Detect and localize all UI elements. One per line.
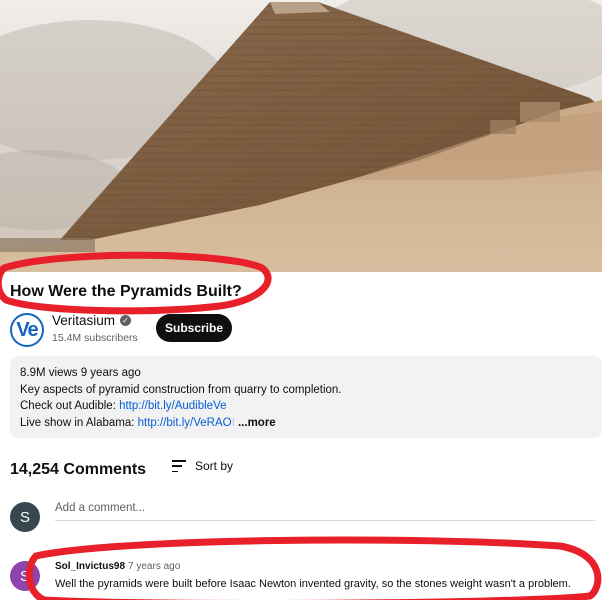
comment-time: 7 years ago: [128, 561, 181, 572]
audible-link[interactable]: http://bit.ly/AudibleVe: [119, 400, 226, 412]
description-text: Check out Audible:: [20, 400, 120, 412]
sort-button[interactable]: Sort by: [172, 459, 233, 473]
comment-author-avatar[interactable]: S: [10, 561, 40, 591]
comment-author[interactable]: Sol_Invictus98: [55, 561, 125, 572]
subscribe-button[interactable]: Subscribe: [156, 314, 232, 342]
self-avatar: S: [10, 502, 40, 532]
channel-name[interactable]: Veritasium: [52, 313, 115, 328]
comment-header: Sol_Invictus98 7 years ago: [55, 561, 180, 572]
description-box[interactable]: 8.9M views 9 years ago Key aspects of py…: [10, 356, 602, 438]
pyramid-image: [0, 0, 602, 272]
live-show-link[interactable]: http://bit.ly/VeRAO: [138, 417, 232, 429]
video-title: How Were the Pyramids Built?: [10, 283, 242, 300]
description-text: Live show in Alabama:: [20, 416, 138, 429]
sort-label: Sort by: [195, 459, 234, 473]
channel-avatar[interactable]: Ve: [10, 313, 44, 347]
view-count-and-date: 8.9M views 9 years ago: [20, 367, 141, 379]
description-line: Key aspects of pyramid construction from…: [20, 383, 342, 396]
video-player[interactable]: [0, 0, 602, 272]
comment-text: Well the pyramids were built before Isaa…: [55, 578, 571, 590]
more-button[interactable]: ...more: [235, 417, 276, 429]
add-comment-input[interactable]: Add a comment...: [55, 502, 595, 521]
channel-name-row[interactable]: Veritasium ✓: [52, 313, 132, 328]
verified-check-icon: ✓: [120, 315, 132, 326]
description-line: Check out Audible: http://bit.ly/Audible…: [20, 398, 592, 415]
comments-count: 14,254 Comments: [10, 461, 147, 478]
sort-icon: [172, 460, 186, 472]
description-line: Live show in Alabama: http://bit.ly/VeRA…: [20, 415, 592, 432]
subscriber-count: 15.4M subscribers: [52, 332, 138, 344]
